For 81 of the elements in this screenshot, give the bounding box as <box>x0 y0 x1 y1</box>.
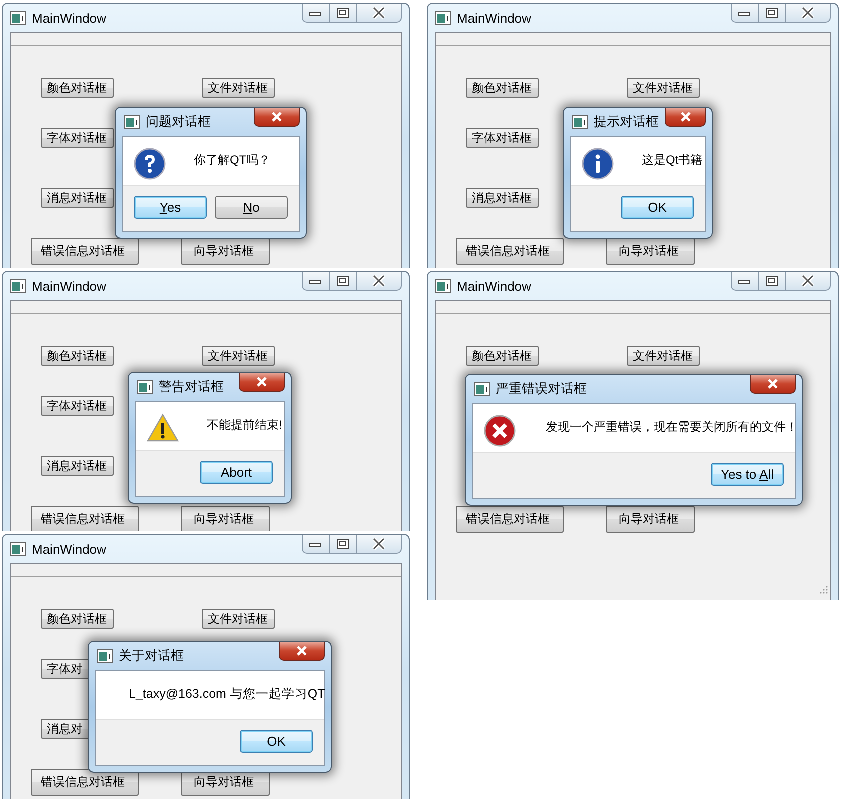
app-icon <box>124 115 140 129</box>
maximize-icon <box>766 276 778 286</box>
dialog-message: 发现一个严重错误，现在需要关闭所有的文件！ <box>545 419 798 436</box>
info-icon <box>582 148 614 180</box>
dialog-button[interactable]: Yes to All <box>711 463 784 486</box>
close-icon <box>801 7 815 19</box>
push-button[interactable]: 错误信息对话框 <box>456 238 564 265</box>
push-button[interactable]: 颜色对话框 <box>41 609 114 629</box>
size-grip-icon[interactable] <box>820 586 828 594</box>
dialog-title: 警告对话框 <box>159 378 224 396</box>
dialog-title: 严重错误对话框 <box>496 380 587 398</box>
close-button[interactable] <box>254 108 300 127</box>
dialog-message: 你了解QT吗？ <box>193 152 271 169</box>
close-icon <box>372 275 386 287</box>
push-button[interactable]: 字体对话框 <box>41 128 114 148</box>
push-button[interactable]: 文件对话框 <box>202 346 275 366</box>
question-icon <box>134 148 166 180</box>
push-button[interactable]: 错误信息对话框 <box>31 769 139 796</box>
push-button[interactable]: 错误信息对话框 <box>456 506 564 533</box>
close-icon <box>801 275 815 287</box>
push-button[interactable]: 颜色对话框 <box>466 346 539 366</box>
push-button[interactable]: 字体对话框 <box>466 128 539 148</box>
dialog-message: 不能提前结束! <box>206 417 282 434</box>
dialog-button[interactable]: OK <box>240 730 313 753</box>
dialog-button[interactable]: Yes <box>134 196 207 219</box>
push-button[interactable]: 消息对话框 <box>466 188 539 208</box>
window-title: MainWindow <box>32 278 106 294</box>
error-icon <box>484 415 516 447</box>
app-icon <box>10 11 26 25</box>
push-button[interactable]: 文件对话框 <box>202 78 275 98</box>
dialog-message: L_taxy@163.com 与您一起学习QT <box>128 686 326 703</box>
push-button[interactable]: 错误信息对话框 <box>31 506 139 531</box>
window-title: MainWindow <box>457 10 532 26</box>
maximize-icon <box>337 8 349 18</box>
close-button[interactable] <box>665 108 706 127</box>
push-button[interactable]: 颜色对话框 <box>41 346 114 366</box>
push-button[interactable]: 颜色对话框 <box>41 78 114 98</box>
close-icon <box>271 112 283 122</box>
close-button[interactable] <box>750 375 796 394</box>
push-button[interactable]: 文件对话框 <box>627 346 700 366</box>
dialog-title: 问题对话框 <box>146 113 211 131</box>
dialog-title: 提示对话框 <box>594 113 659 131</box>
window-title: MainWindow <box>32 542 106 556</box>
app-icon <box>10 542 26 556</box>
maximize-icon <box>766 8 778 18</box>
dialog-button[interactable]: No <box>215 196 288 219</box>
app-icon <box>474 382 490 396</box>
push-button[interactable]: 向导对话框 <box>181 506 270 531</box>
warning-icon <box>147 413 179 443</box>
dialog-title: 关于对话框 <box>119 647 184 665</box>
push-button[interactable]: 消息对话框 <box>41 456 114 476</box>
push-button[interactable]: 文件对话框 <box>202 609 275 629</box>
push-button[interactable]: 字体对话框 <box>41 396 114 416</box>
window-title: MainWindow <box>457 278 532 294</box>
close-icon <box>680 112 692 122</box>
close-icon <box>296 646 308 656</box>
dialog-message: 这是Qt书籍 <box>641 152 703 169</box>
close-icon <box>767 379 779 389</box>
push-button[interactable]: 向导对话框 <box>606 506 695 533</box>
close-button[interactable] <box>239 373 285 392</box>
app-icon <box>97 649 113 663</box>
push-button[interactable]: 向导对话框 <box>606 238 695 265</box>
close-icon <box>256 377 268 387</box>
push-button[interactable]: 文件对话框 <box>627 78 700 98</box>
push-button[interactable]: 颜色对话框 <box>466 78 539 98</box>
dialog-button[interactable]: OK <box>621 196 694 219</box>
dialog-button[interactable]: Abort <box>200 461 273 484</box>
push-button[interactable]: 向导对话框 <box>181 238 270 265</box>
window-title: MainWindow <box>32 10 106 26</box>
maximize-icon <box>337 539 349 549</box>
close-button[interactable] <box>279 642 325 661</box>
app-icon <box>435 11 451 25</box>
push-button[interactable]: 消息对话框 <box>41 188 114 208</box>
app-icon <box>435 279 451 293</box>
maximize-icon <box>337 276 349 286</box>
close-icon <box>372 7 386 19</box>
app-icon <box>572 115 588 129</box>
push-button[interactable]: 错误信息对话框 <box>31 238 139 265</box>
close-icon <box>372 538 386 550</box>
app-icon <box>137 380 153 394</box>
app-icon <box>10 279 26 293</box>
